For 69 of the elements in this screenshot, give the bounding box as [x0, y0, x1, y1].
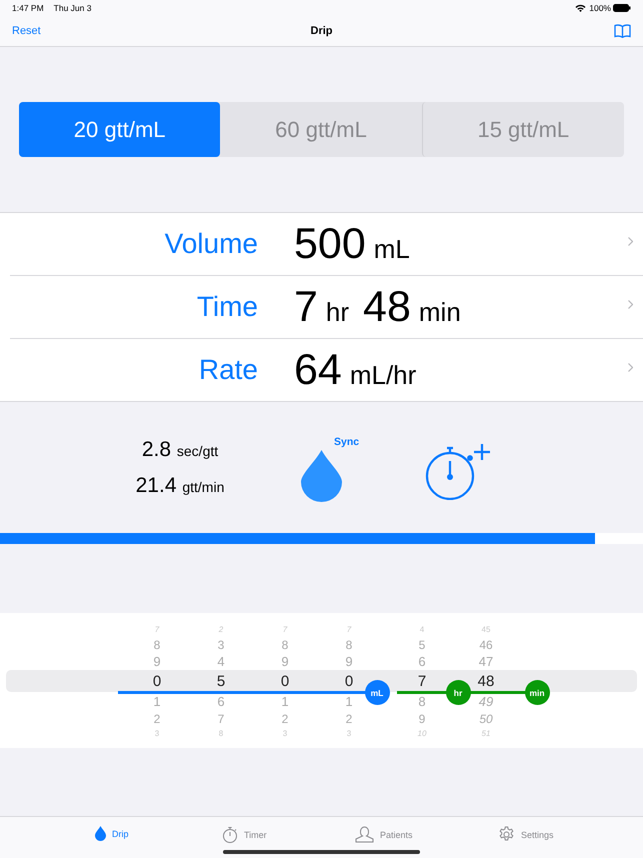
chevron-icon[interactable]	[628, 363, 633, 372]
book-icon[interactable]	[614, 24, 631, 38]
drop-icon[interactable]	[301, 450, 342, 502]
field-label: Volume	[164, 228, 258, 260]
picker-value[interactable]: 2	[154, 711, 160, 727]
home-indicator[interactable]	[223, 850, 420, 854]
rate-reading: 2.8 sec/gtt	[142, 438, 218, 462]
picker-value[interactable]: 8	[154, 637, 160, 653]
field-unit: mL/hr	[350, 360, 416, 390]
rate-reading: 21.4 gtt/min	[136, 474, 224, 498]
picker-value[interactable]: 1	[281, 693, 289, 711]
picker-value[interactable]: 2	[346, 711, 352, 727]
picker-value[interactable]: 5	[216, 671, 226, 693]
sync-label[interactable]: Sync	[334, 436, 360, 448]
picker-value[interactable]: 49	[478, 693, 494, 711]
battery-percent: 100%	[589, 3, 611, 13]
picker-value[interactable]: 0	[152, 671, 162, 693]
tab-item[interactable]: Timer	[222, 826, 267, 843]
picker-value[interactable]: 0	[344, 671, 354, 693]
status-time: 1:47 PM	[12, 3, 44, 13]
field-label: Time	[196, 291, 258, 323]
nav-title: Drip	[310, 25, 332, 37]
tab-item[interactable]: Patients	[355, 826, 413, 843]
picker-value[interactable]: 0	[280, 671, 290, 693]
picker-value[interactable]: 6	[217, 693, 225, 711]
status-date: Thu Jun 3	[54, 3, 92, 13]
picker-value[interactable]: 8	[418, 693, 426, 711]
chevron-icon[interactable]	[628, 237, 633, 246]
person-icon	[355, 826, 374, 843]
field-value: 7	[294, 282, 318, 332]
battery-icon	[613, 4, 631, 12]
field-value: 48	[363, 282, 411, 332]
tab-item[interactable]: Settings	[498, 826, 554, 843]
field-unit: mL	[374, 234, 410, 264]
picker-value[interactable]: 6	[418, 653, 426, 671]
drop-icon	[95, 826, 106, 841]
field-label: Rate	[198, 354, 258, 386]
picker-value[interactable]: 50	[479, 711, 493, 727]
picker-value[interactable]: 48	[478, 671, 494, 693]
picker-value[interactable]: 8	[282, 637, 288, 653]
picker-value[interactable]: 9	[153, 653, 161, 671]
picker-value[interactable]: 9	[281, 653, 289, 671]
picker-value[interactable]: 3	[218, 637, 224, 653]
tab-item[interactable]: Drip	[95, 826, 129, 841]
field-unit: min	[418, 296, 461, 328]
chevron-icon[interactable]	[628, 300, 633, 309]
picker-value[interactable]: 46	[479, 637, 493, 653]
field-value: 500	[294, 220, 366, 268]
drop-factor-segment[interactable]: 20 gtt/mL	[19, 102, 220, 157]
picker-value[interactable]: 5	[418, 637, 426, 653]
drop-factor-segment[interactable]: 15 gtt/mL	[422, 102, 624, 157]
picker-value[interactable]: 2	[282, 711, 288, 727]
picker-value[interactable]: 1	[153, 693, 161, 711]
settings-icon	[498, 826, 515, 843]
wifi-icon	[575, 4, 586, 12]
field-unit: hr	[326, 296, 350, 328]
picker-value[interactable]: 7	[218, 711, 224, 727]
field-value: 64	[294, 346, 342, 394]
stopwatch-add-icon[interactable]	[425, 442, 493, 500]
drop-factor-segment[interactable]: 60 gtt/mL	[220, 102, 422, 157]
picker-value[interactable]: 8	[346, 637, 352, 653]
picker-value[interactable]: 7	[418, 671, 426, 693]
picker-value[interactable]: 4	[217, 653, 225, 671]
picker-value[interactable]: 47	[478, 653, 494, 671]
picker-value[interactable]: 9	[345, 653, 353, 671]
picker-value[interactable]: 1	[345, 693, 353, 711]
picker-value[interactable]: 9	[418, 711, 426, 727]
stopwatch-icon	[222, 826, 238, 843]
reset-button[interactable]: Reset	[12, 25, 41, 37]
